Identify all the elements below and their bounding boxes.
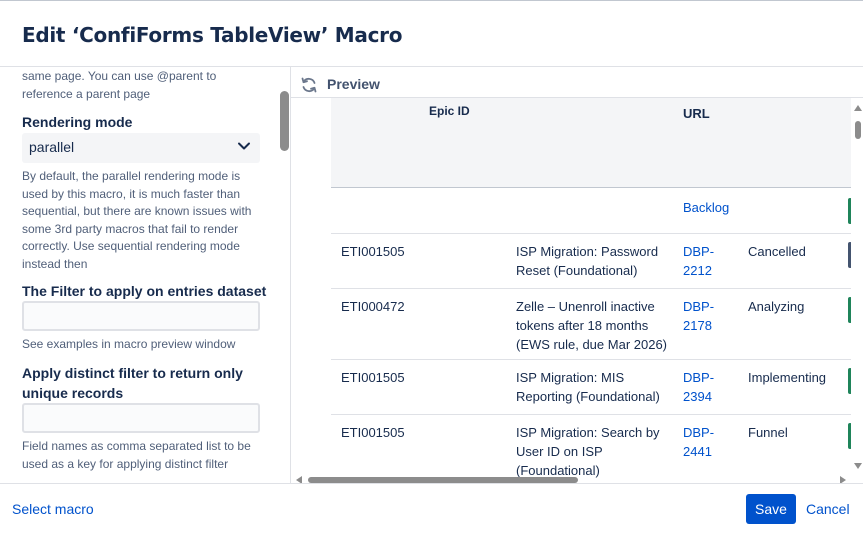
table-row: ETI000472 Zelle – Unenroll inactive toke… [331, 289, 851, 360]
table-row: Backlog [331, 189, 851, 234]
scroll-up-arrow-icon[interactable] [854, 105, 862, 111]
epic-id-cell: ETI000472 [341, 299, 405, 314]
chevron-down-icon [238, 142, 250, 150]
rendering-mode-label: Rendering mode [22, 114, 133, 130]
table-row: ETI001505 ISP Migration: Search by User … [331, 415, 851, 482]
footer-divider [0, 483, 863, 484]
epic-id-cell: ETI001505 [341, 425, 405, 440]
status-bar [848, 242, 851, 268]
settings-panel[interactable]: same page. You can use @parent to refere… [0, 67, 291, 483]
table-header: Epic ID URL [331, 98, 851, 188]
url-link[interactable]: DBP- 2212 [683, 242, 733, 280]
url-link[interactable]: DBP- 2394 [683, 368, 733, 406]
distinct-help: Field names as comma separated list to b… [22, 439, 251, 471]
table-row: ETI001505 ISP Migration: Password Reset … [331, 234, 851, 289]
epic-id-cell: ETI001505 [341, 370, 405, 385]
preview-label: Preview [327, 76, 380, 92]
status-bar [848, 423, 851, 449]
scroll-down-arrow-icon[interactable] [854, 463, 862, 469]
name-cell: Zelle – Unenroll inactive tokens after 1… [516, 299, 668, 352]
select-macro-link[interactable]: Select macro [12, 501, 94, 517]
cancel-button[interactable]: Cancel [806, 501, 850, 517]
macro-dialog: Edit ‘ConfiForms TableView’ Macro same p… [0, 0, 863, 534]
preview-table: Epic ID URL Backlog ETI001505 ISP Migrat… [331, 98, 851, 482]
url-link[interactable]: Backlog [683, 198, 733, 217]
status-cell: Analyzing [748, 299, 805, 314]
parent-help-text: same page. You can use @parent to refere… [22, 69, 217, 101]
filter-help: See examples in macro preview window [22, 337, 236, 351]
epic-id-cell: ETI001505 [341, 244, 405, 259]
refresh-icon[interactable] [300, 76, 318, 94]
save-button[interactable]: Save [746, 494, 796, 524]
settings-scrollbar[interactable] [280, 91, 289, 151]
filter-label: The Filter to apply on entries dataset [22, 283, 267, 299]
column-header-epic-id[interactable]: Epic ID [429, 104, 470, 118]
rendering-mode-value: parallel [29, 139, 75, 155]
status-bar [848, 368, 851, 394]
preview-area[interactable]: Epic ID URL Backlog ETI001505 ISP Migrat… [291, 98, 863, 483]
dialog-title: Edit ‘ConfiForms TableView’ Macro [22, 23, 403, 47]
name-cell: ISP Migration: Search by User ID on ISP … [516, 425, 660, 478]
status-bar [848, 297, 851, 323]
name-cell: ISP Migration: MIS Reporting (Foundation… [516, 370, 660, 404]
table-row: ETI001505 ISP Migration: MIS Reporting (… [331, 360, 851, 415]
column-header-url[interactable]: URL [683, 106, 710, 121]
rendering-mode-select[interactable]: parallel [22, 133, 260, 163]
preview-vertical-scrollbar[interactable] [855, 121, 861, 139]
rendering-mode-help: By default, the parallel rendering mode … [22, 169, 252, 271]
distinct-input[interactable] [22, 403, 260, 433]
status-cell: Implementing [748, 370, 827, 385]
status-cell: Funnel [748, 425, 788, 440]
distinct-label: Apply distinct filter to return only uni… [22, 365, 243, 401]
filter-input[interactable] [22, 301, 260, 331]
status-bar [848, 198, 851, 224]
status-cell: Cancelled [748, 244, 806, 259]
url-link[interactable]: DBP- 2441 [683, 423, 733, 461]
name-cell: ISP Migration: Password Reset (Foundatio… [516, 244, 659, 278]
url-link[interactable]: DBP- 2178 [683, 297, 733, 335]
